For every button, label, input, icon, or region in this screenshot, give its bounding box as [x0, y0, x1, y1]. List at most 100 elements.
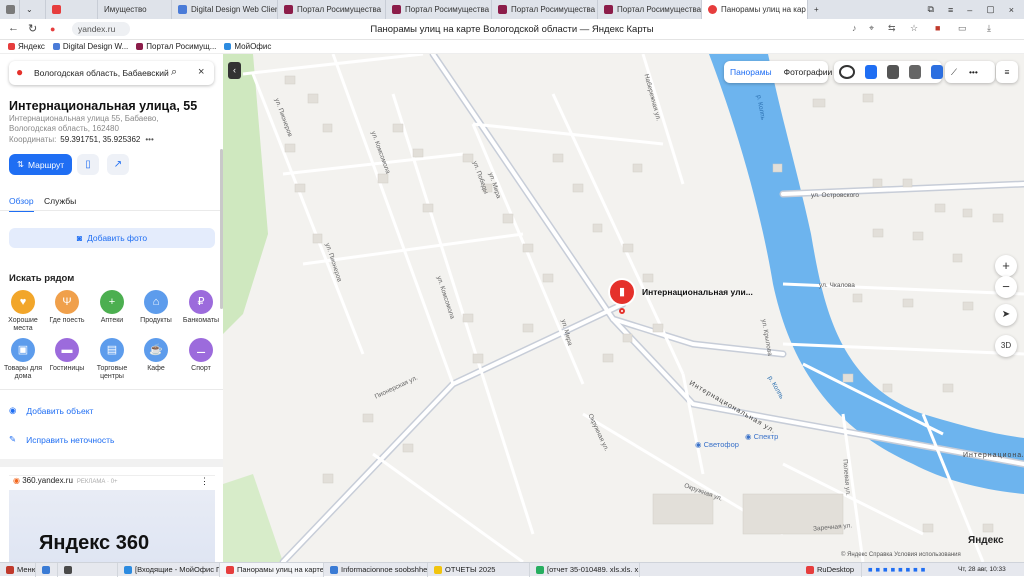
route-button[interactable]: ⇅Маршрут: [9, 154, 72, 175]
bookmark-icon[interactable]: ☆: [910, 23, 918, 34]
share-button[interactable]: ↗: [107, 154, 129, 175]
poi-spektr[interactable]: ◉ Спектр: [745, 432, 778, 441]
category-food[interactable]: ΨГде поесть: [44, 290, 90, 325]
navigation-arrow-icon: ➤: [1002, 309, 1010, 320]
tab-yandex-maps[interactable]: Панорамы улиц на кар×: [702, 0, 808, 19]
bookmark-yandex[interactable]: Яндекс: [8, 42, 45, 51]
bookmark-digital-design[interactable]: Digital Design W...: [53, 42, 128, 51]
tab-portal-4[interactable]: Портал Росимущества: [598, 0, 702, 19]
more-icon[interactable]: •••: [963, 67, 984, 77]
3d-button[interactable]: 3D: [995, 335, 1017, 357]
clear-icon[interactable]: ×: [198, 66, 204, 78]
ad-source[interactable]: ◉ 360.yandex.ruРЕКЛАМА · 0+: [13, 476, 118, 485]
portal-icon: [604, 5, 613, 14]
search-icon[interactable]: ⌕: [171, 66, 177, 79]
zoom-out-button[interactable]: −: [995, 276, 1017, 298]
store-icon: ◉: [745, 432, 752, 441]
add-photo-button[interactable]: ◙Добавить фото: [9, 228, 215, 248]
bookmark-icon: ▯: [85, 159, 91, 170]
system-tray[interactable]: ■■■■■■■■: [862, 563, 952, 577]
task-item[interactable]: [58, 563, 118, 577]
tab-menu[interactable]: [0, 0, 20, 19]
search-input[interactable]: Вологодская область, Бабаевский р: [34, 68, 169, 78]
tab-portal-2[interactable]: Портал Росимущества: [386, 0, 492, 19]
translate-icon[interactable]: ⇆: [888, 23, 896, 34]
task-item[interactable]: ОТЧЕТЫ 2025: [428, 563, 530, 577]
category-label: Хорошие места: [8, 317, 38, 332]
bookmark-button[interactable]: ▯: [77, 154, 99, 175]
place-marker[interactable]: ▮: [610, 280, 634, 304]
tab-portal-3[interactable]: Портал Росимущества: [492, 0, 598, 19]
close-icon[interactable]: ×: [1009, 5, 1014, 15]
minimize-icon[interactable]: –: [967, 5, 972, 15]
map-footer[interactable]: © Яндекс Справка Условия использования: [841, 552, 961, 558]
category-groceries[interactable]: ⌂Продукты: [133, 290, 179, 325]
speaker-icon[interactable]: ♪: [852, 23, 857, 33]
zoom-in-button[interactable]: +: [995, 255, 1017, 277]
task-label: [отчет 35-010489. xls.xls. x...: [547, 565, 640, 574]
poi-svetofor[interactable]: ◉ Светофор: [695, 440, 739, 449]
tab-portal-1[interactable]: Портал Росимущества: [278, 0, 386, 19]
category-good-places[interactable]: ♥Хорошие места: [0, 290, 46, 333]
bookmark-portal[interactable]: Портал Росимущ...: [136, 42, 216, 51]
clock[interactable]: Чт, 28 авг, 10:33: [952, 563, 1024, 577]
task-item[interactable]: [36, 563, 58, 577]
bookmark-myoffice[interactable]: МойОфис: [224, 42, 271, 51]
ad-source-label: 360.yandex.ru: [22, 476, 73, 485]
more-icon[interactable]: ⋮: [200, 476, 209, 487]
download-arrow-icon[interactable]: ⤓: [987, 23, 991, 34]
location-icon[interactable]: ⌖: [869, 23, 874, 34]
camera-icon[interactable]: [887, 65, 899, 79]
locate-button[interactable]: ➤: [995, 304, 1017, 326]
tab-panoramas[interactable]: Панорамы: [724, 67, 778, 77]
bookmarks-icon[interactable]: ⧉: [928, 4, 934, 15]
category-label: Гостиницы: [50, 365, 85, 372]
app-icon: [64, 566, 72, 574]
address-bar: ← ↻ ● yandex.ru Панорамы улиц на карте В…: [0, 19, 1024, 40]
menu-icon[interactable]: ≡: [948, 5, 953, 15]
tab-pinned-down[interactable]: ⌄: [20, 0, 46, 19]
more-icon[interactable]: •••: [145, 135, 153, 144]
bookmarks-bar: Яндекс Digital Design W... Портал Росиму…: [0, 40, 1024, 54]
search-box[interactable]: ● Вологодская область, Бабаевский р ⌕ ×: [9, 61, 214, 85]
task-item[interactable]: [Входящие - МойОфис П...: [118, 563, 220, 577]
dumbbell-icon: ⚊: [189, 338, 213, 362]
ruler-icon[interactable]: ⟋: [945, 67, 963, 78]
extension-icon[interactable]: ■: [935, 23, 940, 33]
maximize-icon[interactable]: ▢: [986, 4, 995, 15]
download-icon[interactable]: ▭: [958, 23, 967, 34]
ad-card[interactable]: ◉ 360.yandex.ruРЕКЛАМА · 0+ ⋮ Яндекс 360: [9, 475, 215, 562]
category-pharmacy[interactable]: +Аптеки: [89, 290, 135, 325]
marker-label[interactable]: Интернациональная ули...: [642, 287, 753, 297]
bus-icon[interactable]: [909, 65, 921, 79]
panorama-icon[interactable]: [865, 65, 877, 79]
tab-imushchestvo[interactable]: Имущество: [98, 0, 172, 19]
category-malls[interactable]: ▤Торговые центры: [89, 338, 135, 381]
new-tab-button[interactable]: +: [808, 0, 830, 19]
map-canvas[interactable]: ул. Пионеров ул. Комсомола ул. Победы ул…: [223, 54, 1024, 562]
add-object-link[interactable]: ◉Добавить объект: [9, 405, 93, 416]
traffic-icon[interactable]: [839, 65, 855, 79]
task-item-active[interactable]: Панорамы улиц на карте...: [220, 563, 324, 577]
bookmark-label: Digital Design W...: [63, 42, 128, 51]
menu-button[interactable]: ≡: [996, 61, 1018, 83]
start-menu[interactable]: Меню: [0, 563, 36, 577]
category-sport[interactable]: ⚊Спорт: [178, 338, 223, 373]
category-atm[interactable]: ₽Банкоматы: [178, 290, 223, 325]
tab-photos[interactable]: Фотографии: [778, 67, 839, 77]
coords-value[interactable]: 59.391751, 35.925362: [60, 135, 140, 144]
fix-error-link[interactable]: ✎Исправить неточность: [9, 434, 114, 445]
category-home-goods[interactable]: ▣Товары для дома: [0, 338, 46, 381]
tab-digital-design[interactable]: Digital Design Web Client: [172, 0, 278, 19]
coordinates: Координаты:59.391751, 35.925362•••: [9, 135, 154, 144]
category-hotels[interactable]: ▬Гостиницы: [44, 338, 90, 373]
layers-icon[interactable]: [931, 65, 943, 79]
task-item[interactable]: RuDesktop: [800, 563, 862, 577]
task-item[interactable]: Informacionnoe soobshhe...: [324, 563, 428, 577]
tab-rtk[interactable]: [46, 0, 98, 19]
tab-services[interactable]: Службы: [44, 196, 76, 206]
collapse-sidebar-button[interactable]: ‹: [228, 62, 241, 79]
marker-point: [619, 308, 625, 314]
task-item[interactable]: [отчет 35-010489. xls.xls. x...: [530, 563, 640, 577]
category-cafe[interactable]: ☕Кафе: [133, 338, 179, 373]
